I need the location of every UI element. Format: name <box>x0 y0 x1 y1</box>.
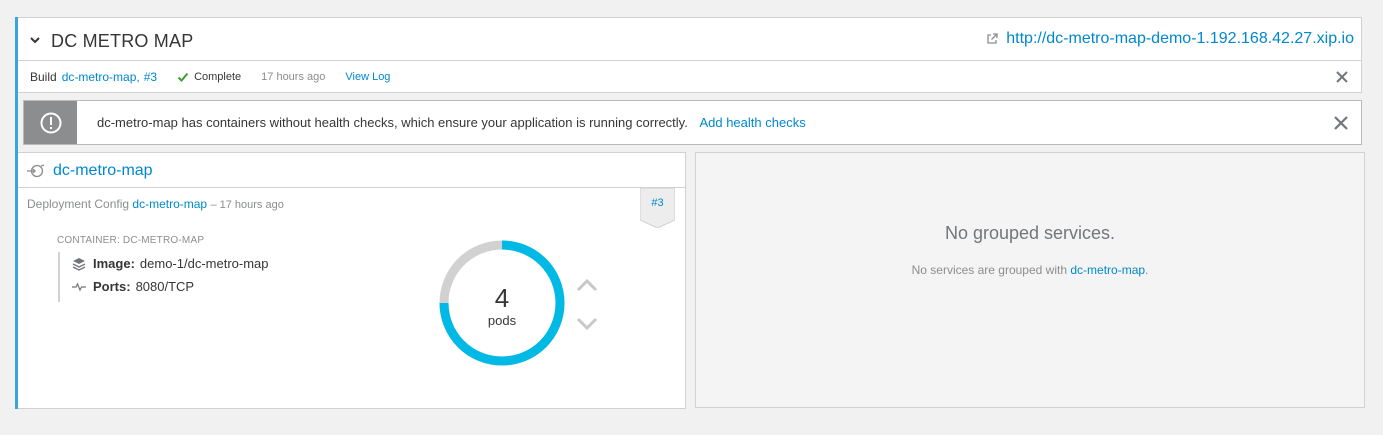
deployment-card: dc-metro-map Deployment Config dc-metro-… <box>18 152 686 409</box>
build-config-link[interactable]: dc-metro-map <box>62 70 137 84</box>
no-services-description: No services are grouped with dc-metro-ma… <box>696 263 1364 277</box>
grouped-services-panel: No grouped services. No services are gro… <box>695 152 1365 408</box>
chevron-down-icon[interactable] <box>28 33 42 47</box>
application-title: DC METRO MAP <box>51 31 194 51</box>
deployment-config-link[interactable]: dc-metro-map <box>132 197 207 211</box>
no-services-title: No grouped services. <box>944 223 1116 243</box>
image-value: demo-1/dc-metro-map <box>139 256 269 271</box>
image-label: Image: <box>93 256 135 271</box>
build-time-ago: 17 hours ago <box>261 70 326 83</box>
route-link[interactable]: http://dc-metro-map-demo-1.192.168.42.27… <box>1006 30 1354 48</box>
pod-count: 4 <box>494 283 510 313</box>
container-label: CONTAINER: DC-METRO-MAP <box>57 235 205 246</box>
pod-count-unit: pods <box>487 313 517 328</box>
deployment-number-badge[interactable]: #3 <box>640 188 675 228</box>
deployment-header: dc-metro-map <box>18 153 685 188</box>
check-icon <box>177 72 189 82</box>
no-services-link[interactable]: dc-metro-map <box>1070 263 1145 277</box>
build-separator: , <box>136 69 140 84</box>
info-icon <box>40 112 61 133</box>
container-details: Image: demo-1/dc-metro-map Ports: 8080/T… <box>58 252 269 302</box>
build-status-text: Complete <box>194 70 242 83</box>
ports-label: Ports: <box>93 279 131 294</box>
layers-icon <box>72 257 86 271</box>
ports-row: Ports: 8080/TCP <box>72 275 269 298</box>
pod-donut-chart: 4 pods <box>437 238 567 368</box>
route-link-container: http://dc-metro-map-demo-1.192.168.42.27… <box>986 30 1354 48</box>
deployment-number[interactable]: #3 <box>640 197 675 209</box>
health-check-alert: dc-metro-map has containers without heal… <box>23 100 1362 145</box>
application-card: DC METRO MAP http://dc-metro-map-demo-1.… <box>15 17 1365 409</box>
image-row: Image: demo-1/dc-metro-map <box>72 252 269 275</box>
scale-down-icon[interactable] <box>576 317 598 331</box>
view-log-link[interactable]: View Log <box>345 71 390 83</box>
alert-icon-box <box>24 101 77 144</box>
deployment-time-ago: – 17 hours ago <box>210 199 284 211</box>
no-services-suffix: . <box>1145 263 1149 277</box>
deployment-config-label: Deployment Config <box>27 197 130 211</box>
alert-message: dc-metro-map has containers without heal… <box>97 115 688 130</box>
add-health-checks-link[interactable]: Add health checks <box>699 115 805 130</box>
build-status: Complete <box>177 71 241 83</box>
pulse-icon <box>72 282 86 291</box>
build-number-link[interactable]: #3 <box>144 70 157 84</box>
scale-up-icon[interactable] <box>576 278 598 292</box>
close-icon[interactable] <box>1335 70 1349 84</box>
external-link-icon <box>987 33 998 44</box>
deployment-config-icon <box>27 164 45 178</box>
alert-message-line: dc-metro-map has containers without heal… <box>97 115 806 130</box>
no-services-text: No services are grouped with <box>911 263 1068 277</box>
application-header: DC METRO MAP http://dc-metro-map-demo-1.… <box>18 17 1362 61</box>
build-label: Build <box>30 69 57 84</box>
build-status-bar: Build dc-metro-map , #3 Complete 17 hour… <box>18 61 1362 93</box>
ports-value: 8080/TCP <box>135 279 195 294</box>
close-icon[interactable] <box>1333 115 1349 131</box>
deployment-config-line: Deployment Config dc-metro-map – 17 hour… <box>27 197 284 211</box>
deployment-name-link[interactable]: dc-metro-map <box>53 162 153 180</box>
